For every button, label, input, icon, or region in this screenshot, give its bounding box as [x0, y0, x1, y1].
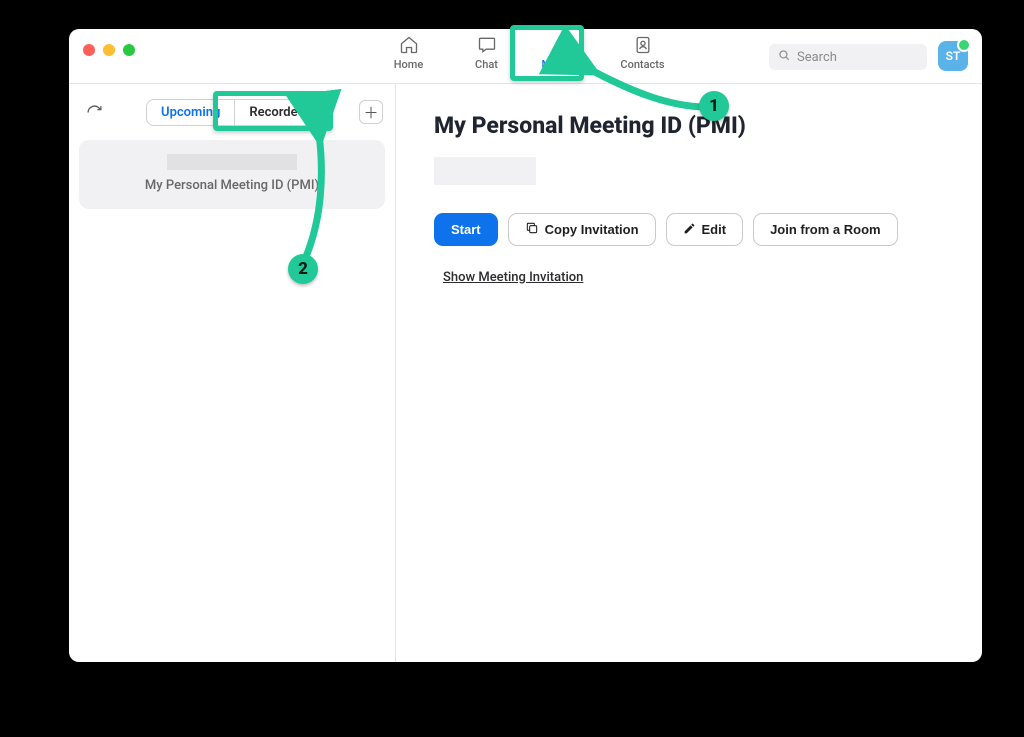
show-invitation-link[interactable]: Show Meeting Invitation: [443, 270, 583, 285]
search-icon: [777, 48, 791, 66]
edit-label: Edit: [702, 222, 727, 237]
copy-icon: [525, 221, 539, 238]
app-window: Home Chat Meetings Contacts: [69, 29, 982, 662]
meeting-card-pmi[interactable]: My Personal Meeting ID (PMI): [79, 140, 385, 209]
redacted-meeting-id: [167, 154, 297, 170]
meeting-card-label: My Personal Meeting ID (PMI): [91, 178, 373, 193]
nav-tab-label: Chat: [475, 58, 498, 71]
home-icon: [398, 34, 420, 56]
nav-tab-label: Home: [394, 58, 424, 71]
avatar[interactable]: ST: [938, 41, 968, 71]
nav-tab-label: Contacts: [620, 58, 664, 71]
titlebar: Home Chat Meetings Contacts: [69, 29, 982, 84]
start-button[interactable]: Start: [434, 213, 498, 246]
main-nav: Home Chat Meetings Contacts: [383, 29, 669, 83]
nav-tab-home[interactable]: Home: [383, 34, 435, 71]
segment-upcoming[interactable]: Upcoming: [147, 100, 234, 125]
action-row: Start Copy Invitation Edit Join from a R…: [434, 213, 944, 246]
copy-invitation-label: Copy Invitation: [545, 222, 639, 237]
sidebar-toolbar: Upcoming Recorded ＋: [69, 84, 395, 140]
edit-button[interactable]: Edit: [666, 213, 744, 246]
close-window-button[interactable]: [83, 44, 95, 56]
nav-tab-label: Meetings: [542, 58, 588, 71]
pencil-icon: [683, 222, 696, 238]
page-title: My Personal Meeting ID (PMI): [434, 112, 944, 139]
main-panel: My Personal Meeting ID (PMI) Start Copy …: [396, 84, 982, 662]
clock-icon: [554, 34, 576, 56]
nav-tab-meetings[interactable]: Meetings: [539, 34, 591, 71]
copy-invitation-button[interactable]: Copy Invitation: [508, 213, 656, 246]
search-input[interactable]: Search: [769, 44, 927, 70]
search-placeholder: Search: [797, 50, 837, 65]
sidebar: Upcoming Recorded ＋ My Personal Meeting …: [69, 84, 396, 662]
contacts-icon: [632, 34, 654, 56]
fullscreen-window-button[interactable]: [123, 44, 135, 56]
add-meeting-button[interactable]: ＋: [359, 100, 383, 124]
nav-tab-contacts[interactable]: Contacts: [617, 34, 669, 71]
window-controls: [69, 29, 135, 56]
avatar-initials: ST: [946, 49, 961, 63]
plus-icon: ＋: [363, 102, 378, 123]
segment-recorded[interactable]: Recorded: [234, 100, 319, 125]
nav-tab-chat[interactable]: Chat: [461, 34, 513, 71]
join-from-room-button[interactable]: Join from a Room: [753, 213, 898, 246]
redacted-meeting-id-block: [434, 157, 536, 185]
body: Upcoming Recorded ＋ My Personal Meeting …: [69, 84, 982, 662]
minimize-window-button[interactable]: [103, 44, 115, 56]
segmented-control: Upcoming Recorded: [146, 99, 320, 126]
refresh-button[interactable]: [81, 99, 107, 125]
chat-icon: [476, 34, 498, 56]
